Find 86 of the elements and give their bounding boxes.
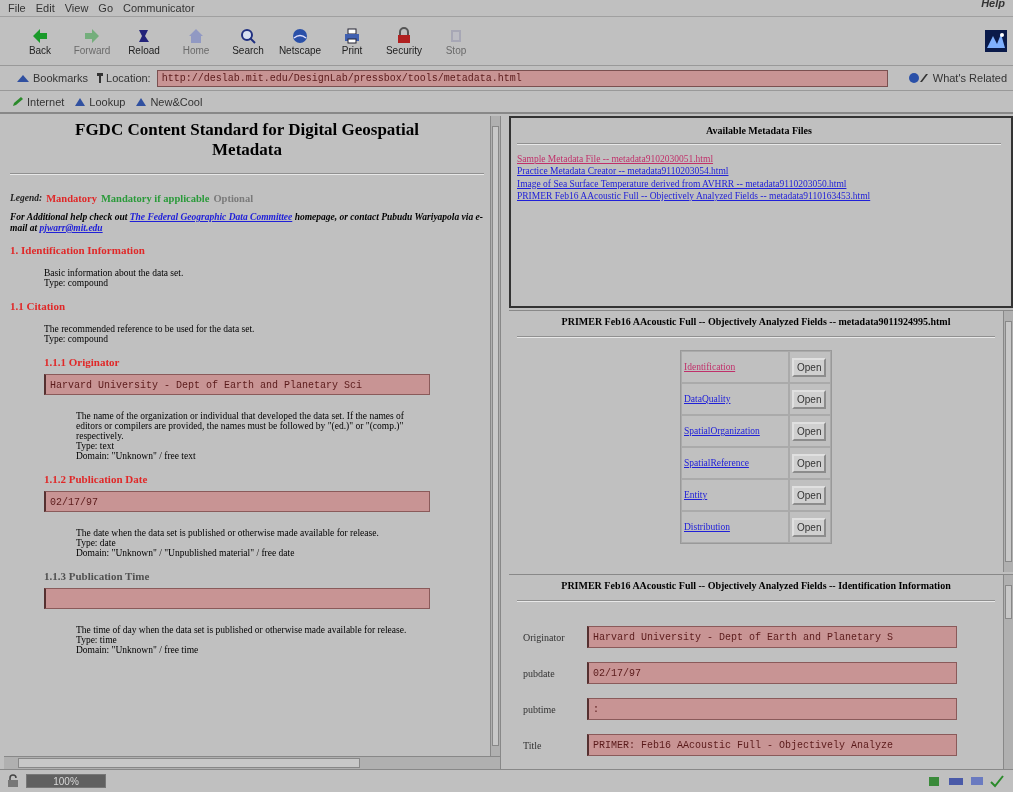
section-link[interactable]: SpatialReference	[684, 458, 749, 468]
section-link[interactable]: Entity	[684, 490, 708, 500]
toolbar-button[interactable]: Reload	[120, 24, 168, 58]
section-heading: 1.1 Citation	[10, 299, 66, 312]
lock-icon	[6, 774, 20, 788]
toolbar-button[interactable]: Print	[328, 24, 376, 58]
padlock-icon	[395, 26, 413, 45]
legend-item: Mandatory if applicable	[100, 192, 210, 204]
search-icon	[239, 26, 257, 45]
legend-item: Mandatory	[46, 192, 97, 204]
file-link[interactable]: PRIMER Feb16 AAcoustic Full -- Objectively Analyzed Fields -- metadata9110163453.html	[517, 190, 1001, 203]
menu-item[interactable]: Go	[98, 2, 114, 14]
open-button[interactable]: Open	[792, 453, 827, 473]
description-text: Type: compound	[44, 277, 109, 288]
menu-item[interactable]: File	[8, 2, 26, 14]
help-text: For Additional help check out The Federal Geographic Data Committee homepage, or contact Pubudu Wariyapola via e-mail at pjwarr@mit.edu	[10, 211, 484, 234]
toolbar-button[interactable]: Security	[380, 24, 428, 58]
description-text: Type: text	[76, 440, 115, 451]
input-field[interactable]: PRIMER: Feb16 AAcoustic Full - Objectively Analyze	[587, 734, 957, 756]
scrollbar[interactable]	[490, 116, 500, 756]
description-text: Basic information about the data set.	[44, 267, 185, 278]
forward-arrow-icon	[83, 26, 101, 45]
bookmarks-button[interactable]: Bookmarks	[14, 72, 91, 84]
open-button[interactable]: Open	[792, 357, 827, 377]
section-link[interactable]: Distribution	[684, 522, 730, 532]
pencil-icon	[12, 96, 24, 107]
description-text: Domain: "Unknown" / free time	[76, 644, 200, 655]
bookmark-link[interactable]: Internet	[10, 95, 67, 108]
location-label: Location:	[96, 72, 151, 84]
input-field[interactable]: :	[587, 698, 957, 720]
field-label: Originator	[523, 631, 566, 643]
field-label: Title	[523, 739, 543, 751]
house-icon	[187, 26, 205, 45]
link[interactable]: The Federal Geographic Data Committee	[129, 211, 293, 222]
field-label: pubdate	[523, 667, 556, 679]
scrollbar[interactable]	[4, 756, 500, 769]
input-field[interactable]: Harvard University - Dept of Earth and Planetary S	[587, 626, 957, 648]
input-field[interactable]: Harvard University - Dept of Earth and Planetary Sci	[44, 373, 430, 395]
input-field[interactable]: 02/17/97	[587, 662, 957, 684]
open-button[interactable]: Open	[792, 421, 827, 441]
scrollbar[interactable]	[1003, 575, 1013, 769]
description-text: The recommended reference to be used for the data set.	[44, 323, 256, 334]
bookmark-link[interactable]: Lookup	[72, 95, 128, 108]
input-field[interactable]: 02/17/97	[44, 490, 430, 512]
menu-item[interactable]: Edit	[35, 2, 55, 14]
field-label: pubtime	[523, 703, 557, 715]
description-text: The name of the organization or individual that developed the data set. If the names of editors or compilers are provided, the names must be followed by "(ed.)" or "(comp.)" respectively.	[76, 410, 405, 441]
url-field[interactable]: http://deslab.mit.edu/DesignLab/pressbox/tools/metadata.html	[156, 69, 888, 87]
bookmark-link[interactable]: New&Cool	[133, 95, 205, 108]
file-link[interactable]: Practice Metadata Creator -- metadata9110203054.html	[517, 165, 1001, 178]
throbber-logo-icon	[985, 30, 1007, 52]
legend-item: Optional	[213, 192, 254, 204]
toolbar-button[interactable]: Back	[16, 24, 64, 58]
file-link[interactable]: Image of Sea Surface Temperature derived from AVHRR -- metadata9110203050.html	[517, 177, 1001, 191]
legend-label: Legend:	[10, 192, 43, 204]
section-heading: 1.1.3 Publication Time	[44, 569, 151, 582]
bookmark-icon	[135, 96, 148, 107]
input-field[interactable]	[44, 587, 430, 609]
description-text: Type: compound	[44, 333, 109, 344]
section-heading: 1. Identification Information	[10, 243, 146, 256]
globe-icon	[291, 26, 309, 45]
frame-title: PRIMER Feb16 AAcoustic Full -- Objectively Analyzed Fields -- metadata9011924995.html	[560, 315, 952, 328]
open-button[interactable]: Open	[792, 517, 827, 537]
frame-title: PRIMER Feb16 AAcoustic Full -- Objectively Analyzed Fields -- Identification Information	[560, 579, 952, 592]
toolbar-button[interactable]: Netscape	[276, 24, 324, 58]
open-button[interactable]: Open	[792, 389, 827, 409]
printer-icon	[343, 26, 361, 45]
description-text: Type: date	[76, 537, 117, 548]
scrollbar[interactable]	[1003, 311, 1013, 572]
bookmark-icon	[74, 96, 87, 107]
frame-title: Available Metadata Files	[705, 124, 813, 137]
menu-item[interactable]: View	[64, 2, 89, 14]
description-text: Type: time	[76, 634, 118, 645]
description-text: Domain: "Unknown" / free text	[76, 450, 197, 461]
email-link[interactable]: pjwarr@mit.edu	[39, 222, 103, 233]
description-text: Domain: "Unknown" / "Unpublished material" / free date	[76, 547, 296, 558]
open-button[interactable]: Open	[792, 485, 827, 505]
menu-item[interactable]: Communicator	[123, 2, 195, 14]
description-text: The date when the data set is published or otherwise made available for release.	[76, 527, 380, 538]
page-heading: FGDC Content Standard for Digital Geospatial Metadata	[74, 119, 420, 162]
section-link[interactable]: DataQuality	[684, 394, 731, 404]
description-text: The time of day when the data set is published or otherwise made available for release.	[76, 624, 408, 635]
whats-related-button[interactable]: What's Related	[905, 72, 1009, 84]
section-heading: 1.1.2 Publication Date	[44, 472, 149, 485]
toolbar-button[interactable]: Search	[224, 24, 272, 58]
section-heading: 1.1.1 Originator	[44, 355, 121, 368]
